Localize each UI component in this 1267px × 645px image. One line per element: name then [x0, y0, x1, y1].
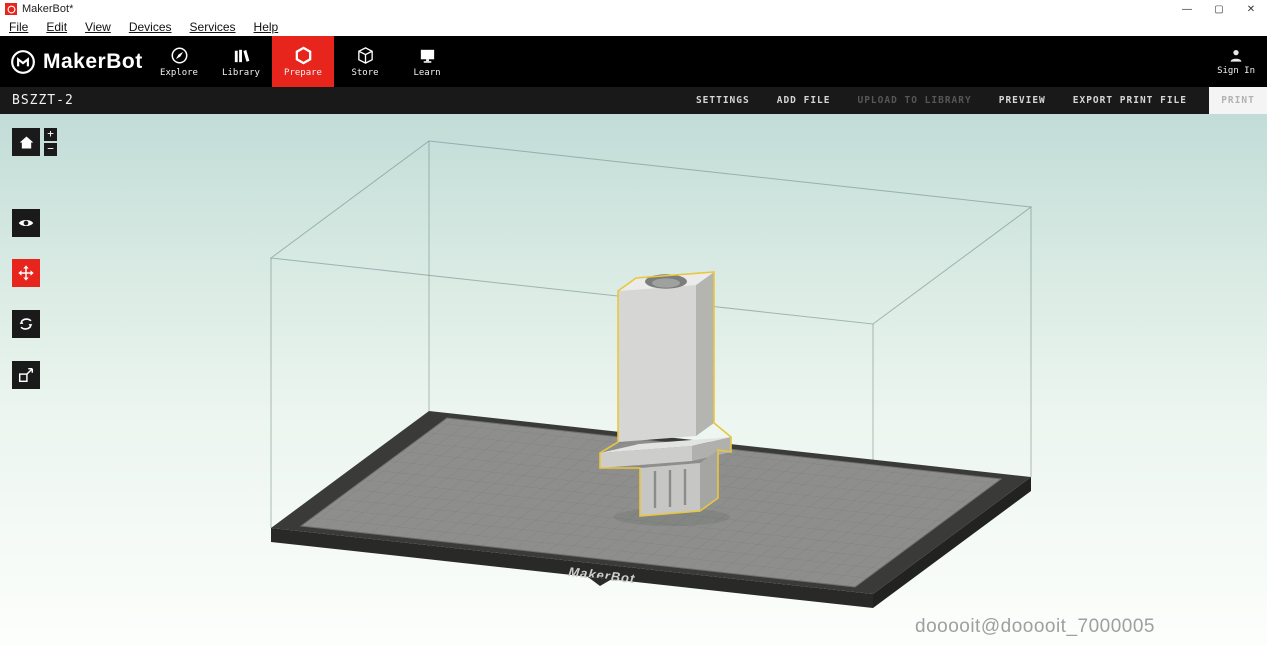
sign-in-button[interactable]: Sign In — [1217, 36, 1255, 87]
books-icon — [232, 46, 251, 65]
window-title: MakerBot* — [22, 3, 73, 15]
tab-label: Library — [222, 68, 260, 78]
move-arrows-icon — [17, 264, 35, 282]
close-button[interactable]: ✕ — [1235, 0, 1267, 18]
cube-store-icon — [356, 46, 375, 65]
minimize-button[interactable]: — — [1171, 0, 1203, 18]
tab-label: Prepare — [284, 68, 322, 78]
tab-label: Explore — [160, 68, 198, 78]
tab-library[interactable]: Library — [210, 36, 272, 87]
move-tool-button[interactable] — [12, 259, 40, 287]
menu-help[interactable]: Help — [245, 20, 288, 34]
hexagon-prepare-icon — [294, 46, 313, 65]
print-button: PRINT — [1209, 87, 1267, 114]
scale-tool-button[interactable] — [12, 361, 40, 389]
eye-icon — [17, 214, 35, 232]
menu-file[interactable]: File — [0, 20, 37, 34]
project-title: BSZZT-2 — [12, 93, 74, 108]
rotate-tool-button[interactable] — [12, 310, 40, 338]
makerbot-print-window: MakerBot* — ▢ ✕ File Edit View Devices S… — [0, 0, 1267, 645]
add-file-button[interactable]: ADD FILE — [777, 95, 831, 106]
tab-learn[interactable]: Learn — [396, 36, 458, 87]
scale-icon — [17, 366, 35, 384]
makerbot-mini-logo-icon — [7, 5, 16, 14]
side-tools: + − — [12, 114, 72, 414]
upload-to-library-button: UPLOAD TO LIBRARY — [857, 95, 971, 106]
tab-prepare[interactable]: Prepare — [272, 36, 334, 87]
rotate-icon — [17, 315, 35, 333]
home-view-button[interactable] — [12, 128, 40, 156]
tab-label: Store — [351, 68, 378, 78]
maximize-button[interactable]: ▢ — [1203, 0, 1235, 18]
nav-tabs: Explore Library Prepare S — [148, 36, 458, 87]
export-print-file-button[interactable]: EXPORT PRINT FILE — [1073, 95, 1187, 106]
3d-scene[interactable]: MakerBot — [0, 114, 1267, 645]
zoom-in-button[interactable]: + — [44, 128, 57, 141]
brand-wordmark: MakerBot — [43, 50, 143, 74]
main-toolbar: MakerBot Explore Library — [0, 36, 1267, 87]
watermark-text: dooooit@dooooit_7000005 — [915, 616, 1155, 638]
brand: MakerBot — [10, 49, 143, 75]
app-icon — [5, 3, 17, 15]
tab-store[interactable]: Store — [334, 36, 396, 87]
menu-edit[interactable]: Edit — [37, 20, 76, 34]
person-icon — [1228, 48, 1244, 64]
project-actions: SETTINGS ADD FILE UPLOAD TO LIBRARY PREV… — [696, 95, 1187, 106]
viewport[interactable]: MakerBot — [0, 114, 1267, 645]
zoom-out-button[interactable]: − — [44, 143, 57, 156]
visibility-button[interactable] — [12, 209, 40, 237]
titlebar: MakerBot* — ▢ ✕ — [0, 0, 1267, 18]
sign-in-label: Sign In — [1217, 66, 1255, 76]
menubar: File Edit View Devices Services Help — [0, 18, 1267, 36]
window-controls: — ▢ ✕ — [1171, 0, 1267, 18]
menu-devices[interactable]: Devices — [120, 20, 181, 34]
home-icon — [18, 134, 35, 151]
tab-explore[interactable]: Explore — [148, 36, 210, 87]
tab-label: Learn — [413, 68, 440, 78]
menu-view[interactable]: View — [76, 20, 120, 34]
menu-services[interactable]: Services — [181, 20, 245, 34]
settings-button[interactable]: SETTINGS — [696, 95, 750, 106]
compass-icon — [170, 46, 189, 65]
preview-button[interactable]: PREVIEW — [999, 95, 1046, 106]
monitor-learn-icon — [418, 46, 437, 65]
makerbot-logo-icon — [10, 49, 36, 75]
project-bar: BSZZT-2 SETTINGS ADD FILE UPLOAD TO LIBR… — [0, 87, 1267, 114]
